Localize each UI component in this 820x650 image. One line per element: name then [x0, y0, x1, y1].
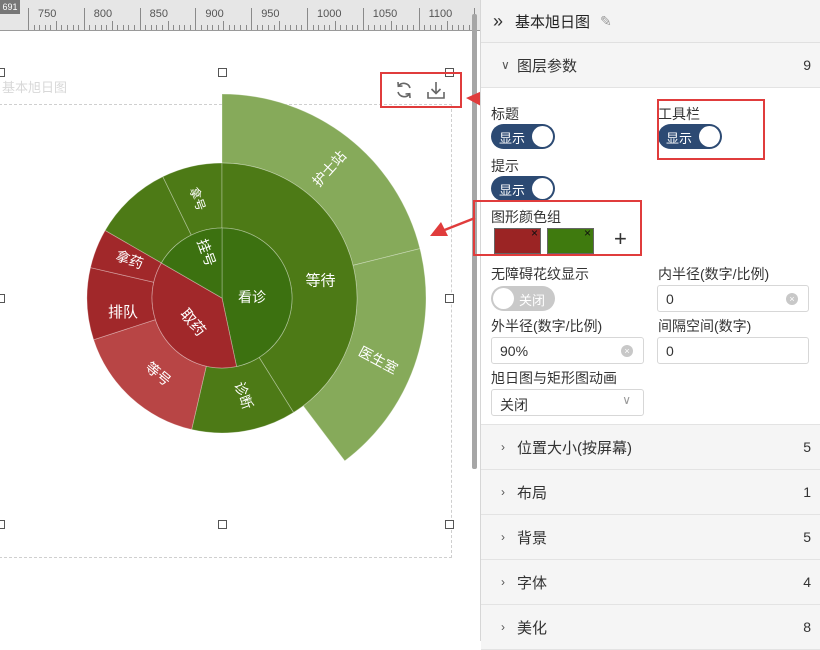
section-count: 1 — [803, 484, 811, 500]
sunburst-label: 等待 — [305, 272, 335, 290]
section-header[interactable]: ›位置大小(按屏幕)5 — [481, 425, 820, 470]
toolbar-highlight-box — [657, 99, 765, 160]
animation-select[interactable]: 关闭 ∨ — [491, 389, 644, 416]
section-label: 图层参数 — [517, 55, 803, 76]
tooltip-label: 提示 — [491, 156, 519, 176]
panel-header: » 基本旭日图 ✎ — [481, 0, 820, 43]
inner-radius-label: 内半径(数字/比例) — [658, 264, 769, 284]
sunburst-label: 看诊 — [238, 290, 266, 306]
clear-input-icon[interactable]: × — [786, 293, 798, 305]
input-value: 0 — [666, 343, 674, 359]
gap-label: 间隔空间(数字) — [658, 316, 751, 336]
properties-panel: » 基本旭日图 ✎ ∨ 图层参数 9 标题 显示 工具栏 显示 提示 显示 图形… — [480, 0, 820, 641]
toggle-text: 显示 — [499, 128, 525, 147]
chevron-right-icon: › — [501, 575, 517, 589]
input-value: 0 — [666, 291, 674, 307]
outer-radius-input[interactable]: 90% × — [491, 337, 644, 364]
chevron-down-icon: ∨ — [501, 58, 517, 72]
collapse-panel-icon[interactable]: » — [481, 11, 515, 32]
toggle-text: 显示 — [499, 180, 525, 199]
select-value: 关闭 — [500, 397, 528, 413]
section-label: 背景 — [517, 527, 803, 548]
animation-label: 旭日图与矩形图动画 — [491, 368, 617, 388]
section-label: 字体 — [517, 572, 803, 593]
section-label: 布局 — [517, 482, 803, 503]
refresh-icon[interactable] — [394, 80, 414, 100]
outer-radius-label: 外半径(数字/比例) — [491, 316, 602, 336]
download-icon[interactable] — [426, 80, 446, 100]
chevron-right-icon: › — [501, 485, 517, 499]
title-toggle[interactable]: 显示 — [491, 124, 555, 149]
section-count: 8 — [803, 619, 811, 635]
inner-radius-input[interactable]: 0 × — [657, 285, 809, 312]
accessible-pattern-label: 无障碍花纹显示 — [491, 264, 589, 284]
section-layer-params[interactable]: ∨ 图层参数 9 — [481, 43, 820, 88]
toggle-knob — [532, 178, 553, 199]
toggle-knob — [493, 288, 514, 309]
section-count: 5 — [803, 529, 811, 545]
accessible-pattern-toggle[interactable]: 关闭 — [491, 286, 555, 311]
section-header[interactable]: ›背景5 — [481, 515, 820, 560]
panel-title: 基本旭日图 — [515, 11, 590, 32]
color-group-highlight-box — [473, 200, 642, 256]
gap-input[interactable]: 0 — [657, 337, 809, 364]
title-label: 标题 — [491, 104, 519, 124]
section-count: 5 — [803, 439, 811, 455]
clear-input-icon[interactable]: × — [621, 345, 633, 357]
edit-pencil-icon[interactable]: ✎ — [600, 13, 612, 30]
chevron-right-icon: › — [501, 530, 517, 544]
section-count: 9 — [803, 57, 811, 73]
section-count: 4 — [803, 574, 811, 590]
section-label: 美化 — [517, 617, 803, 638]
section-header[interactable]: ›字体4 — [481, 560, 820, 605]
sunburst-label: 排队 — [108, 303, 138, 321]
tooltip-toggle[interactable]: 显示 — [491, 176, 555, 201]
input-value: 90% — [500, 343, 528, 359]
chevron-down-icon: ∨ — [622, 393, 631, 407]
collapsed-sections: ›位置大小(按屏幕)5›布局1›背景5›字体4›美化8 — [481, 425, 820, 650]
chart-toolbar — [380, 72, 462, 108]
section-header[interactable]: ›美化8 — [481, 605, 820, 650]
chevron-right-icon: › — [501, 440, 517, 454]
chevron-right-icon: › — [501, 620, 517, 634]
section-label: 位置大小(按屏幕) — [517, 437, 803, 458]
layer-params-body: 标题 显示 工具栏 显示 提示 显示 图形颜色组 × × + 无障碍花纹显示 关… — [481, 88, 820, 425]
toggle-knob — [532, 126, 553, 147]
toggle-text: 关闭 — [519, 290, 545, 309]
section-header[interactable]: ›布局1 — [481, 470, 820, 515]
